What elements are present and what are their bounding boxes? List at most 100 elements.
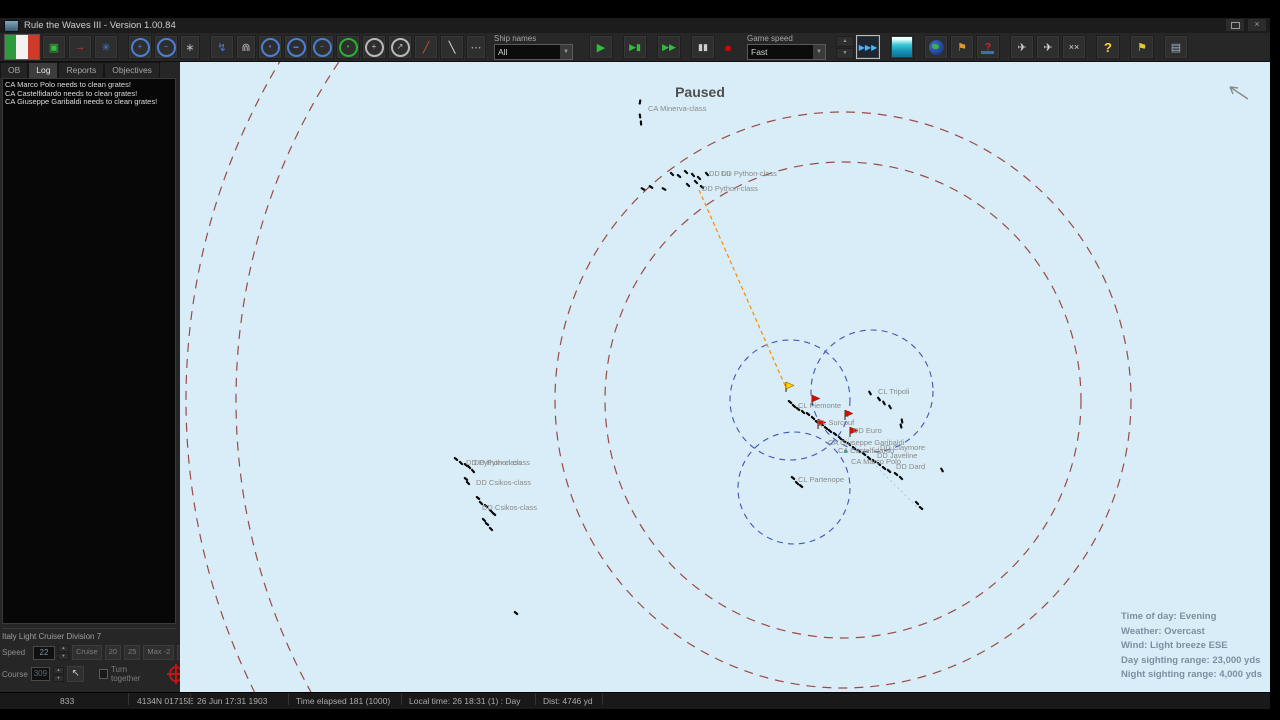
speed-up-spinner[interactable]: ▲	[836, 35, 854, 47]
ship-marker[interactable]	[488, 526, 494, 532]
ship-marker[interactable]	[676, 173, 682, 179]
play-button[interactable]: ▶	[589, 35, 613, 59]
signal-icon[interactable]: ↯	[210, 35, 234, 59]
speed-25-button[interactable]: 25	[124, 645, 141, 660]
ship-marker[interactable]	[900, 418, 904, 424]
ship-marker[interactable]	[661, 187, 667, 192]
log-message-list[interactable]: CA Marco Polo needs to clean grates! CA …	[2, 78, 176, 624]
formation-circle-dot-button[interactable]: •	[258, 35, 282, 59]
course-up-arrow[interactable]: ▲	[53, 666, 64, 674]
turbo-speed-button[interactable]: ▶▶▶	[856, 35, 880, 59]
ship-names-dropdown[interactable]: All ▼	[494, 44, 573, 60]
ship-marker[interactable]	[693, 179, 699, 185]
ship-marker[interactable]	[638, 99, 642, 105]
ship-marker[interactable]	[470, 468, 476, 474]
ship-marker[interactable]	[832, 431, 838, 437]
signal-book-icon[interactable]: ⚑	[950, 35, 974, 59]
play-pause-button[interactable]: ▶▮	[623, 35, 647, 59]
ship-marker[interactable]	[810, 415, 816, 421]
ship-marker[interactable]	[798, 483, 804, 489]
tab-log[interactable]: Log	[28, 62, 59, 78]
game-speed-dropdown[interactable]: Fast ▼	[747, 44, 826, 60]
ship-marker[interactable]	[513, 610, 519, 616]
cruise-button[interactable]: Cruise	[72, 645, 102, 660]
restore-button[interactable]	[1226, 19, 1244, 31]
ship-marker[interactable]	[800, 409, 806, 415]
turn-together-checkbox[interactable]	[99, 669, 108, 679]
ship-marker[interactable]	[491, 511, 497, 517]
pen-icon[interactable]: ╲	[440, 35, 464, 59]
ship-marker[interactable]	[914, 500, 920, 506]
flag-search-icon[interactable]: ⚑	[1130, 35, 1154, 59]
course-arrow-icon[interactable]: ↖	[67, 666, 85, 682]
tactical-map[interactable]: CA Minerva-class DD Lu DD Python-class DD P…	[180, 62, 1270, 692]
speed-up-arrow[interactable]: ▲	[58, 645, 69, 652]
ship-marker[interactable]	[790, 475, 796, 481]
speed-down-arrow[interactable]: ▼	[58, 653, 69, 660]
pencil-icon[interactable]: ╱	[414, 35, 438, 59]
formation-circle-green-button[interactable]: •	[336, 35, 360, 59]
ship-marker[interactable]	[888, 404, 893, 410]
tab-reports[interactable]: Reports	[58, 62, 105, 78]
settings-gear-icon[interactable]: ✳	[94, 35, 118, 59]
ship-marker[interactable]	[940, 467, 945, 473]
ship-marker[interactable]	[787, 399, 793, 405]
binoculars-icon[interactable]: ⋒	[236, 35, 256, 59]
aircraft-settings-icon[interactable]: ✈	[1036, 35, 1060, 59]
ship-marker[interactable]	[639, 120, 643, 126]
course-down-arrow[interactable]: ▼	[53, 674, 64, 682]
ship-marker[interactable]	[465, 480, 471, 486]
ship-config-icon[interactable]: ▤	[1164, 35, 1188, 59]
tab-ob[interactable]: OB	[0, 62, 29, 78]
ship-marker[interactable]	[893, 471, 899, 477]
ship-marker[interactable]	[685, 182, 691, 188]
speed-20-button[interactable]: 20	[104, 645, 122, 660]
ship-marker[interactable]	[669, 171, 675, 177]
ship-marker[interactable]	[868, 390, 873, 396]
scatter-formation-icon[interactable]: ××	[1062, 35, 1086, 59]
ship-marker[interactable]	[640, 187, 646, 192]
zoom-in-button[interactable]: +	[128, 35, 152, 59]
ship-marker[interactable]	[463, 476, 469, 482]
ship-marker[interactable]	[481, 517, 487, 523]
help-button[interactable]: ?	[1096, 35, 1120, 59]
zoom-out-button[interactable]: −	[154, 35, 178, 59]
compass-button[interactable]: ↗	[388, 35, 412, 59]
exit-icon[interactable]: →	[68, 35, 92, 59]
ship-marker[interactable]	[638, 113, 642, 119]
save-icon[interactable]: ▣	[42, 35, 66, 59]
speed-value[interactable]: 22	[33, 645, 55, 660]
ship-marker[interactable]	[683, 169, 689, 175]
aircraft-circle-button[interactable]: +	[362, 35, 386, 59]
formation-circle-minus-button[interactable]: −	[310, 35, 334, 59]
zoom-pointer-icon[interactable]: ∗	[180, 35, 200, 59]
course-value[interactable]: 309	[30, 667, 50, 681]
speed-down-spinner[interactable]: ▼	[836, 47, 854, 59]
ship-marker[interactable]	[881, 465, 887, 471]
ship-info-button[interactable]: ?	[976, 35, 1000, 59]
aircraft-add-icon[interactable]: ✈	[1010, 35, 1034, 59]
ship-marker[interactable]	[899, 423, 903, 429]
ship-marker[interactable]	[475, 495, 481, 501]
close-button[interactable]: ×	[1248, 19, 1266, 31]
ship-marker[interactable]	[696, 175, 702, 181]
ship-marker[interactable]	[886, 468, 892, 474]
dashes-icon[interactable]: ⋯	[466, 35, 486, 59]
own-flag-marker[interactable]	[785, 381, 795, 392]
map-view-icon[interactable]	[890, 35, 914, 59]
ship-marker[interactable]	[877, 396, 882, 402]
ship-marker[interactable]	[690, 172, 696, 178]
max-minus-2-button[interactable]: Max -2	[143, 645, 175, 660]
fast-forward-button[interactable]: ▶▶	[657, 35, 681, 59]
ship-marker[interactable]	[918, 505, 924, 511]
ship-marker[interactable]	[458, 460, 464, 466]
strategic-map-button[interactable]	[924, 35, 948, 59]
ship-marker[interactable]	[484, 521, 490, 527]
ship-marker[interactable]	[898, 475, 904, 481]
pause-button[interactable]: ▮▮	[691, 35, 715, 59]
formation-circle-half-button[interactable]: ▬	[284, 35, 308, 59]
ship-marker[interactable]	[805, 411, 811, 417]
ship-marker[interactable]	[882, 400, 887, 406]
italy-flag-button[interactable]	[4, 34, 40, 60]
ship-marker[interactable]	[453, 456, 459, 462]
